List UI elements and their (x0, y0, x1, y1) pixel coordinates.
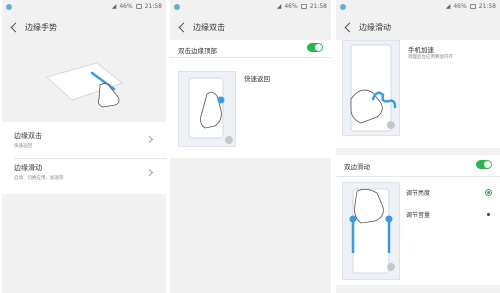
play-icon[interactable] (387, 263, 395, 271)
back-arrow-icon[interactable] (10, 22, 21, 33)
battery-percent: 46% (453, 3, 467, 10)
radio-unselected-icon[interactable] (487, 213, 490, 216)
dual-edge-toggle[interactable] (476, 160, 492, 169)
divider (336, 176, 500, 177)
battery-percent: 46% (284, 3, 298, 10)
toggle-label: 双击边缘顶部 (178, 47, 217, 55)
edge-gesture-illustration (46, 62, 123, 108)
page-title: 边缘双击 (193, 23, 225, 32)
option-label: 调节亮度 (406, 190, 431, 197)
play-icon[interactable] (387, 121, 395, 129)
list-item-edge-slide[interactable]: 边缘滑动 启动、切换应用、加速等 (2, 158, 166, 194)
list-item-label: 边缘双击 (14, 132, 42, 140)
double-tap-toggle[interactable] (307, 43, 323, 52)
feature-title: 手机加速 (408, 46, 434, 54)
notification-icon (174, 4, 180, 10)
phone-screen-edge-double-tap: ◢ 46% 21:58 边缘双击 双击边缘顶部 快速返回 (170, 0, 331, 293)
list-item-edge-double-tap[interactable]: 边缘双击 快速返回 (2, 122, 166, 158)
battery-icon (135, 4, 142, 9)
feature-label: 快速返回 (244, 75, 270, 83)
back-arrow-icon[interactable] (178, 22, 189, 33)
option-volume[interactable]: 调节音量 (406, 207, 500, 223)
title-bar: 边缘滑动 (336, 15, 500, 40)
status-bar: ◢ 46% 21:58 (2, 0, 166, 15)
play-icon[interactable] (225, 136, 233, 144)
page-title: 边缘手势 (25, 23, 57, 32)
phone-screen-edge-slide: ◢ 46% 21:58 边缘滑动 手机加速 调理后台应用释放内存 双边滑动 调节… (336, 0, 500, 293)
dual-slide-animation[interactable] (342, 182, 400, 280)
status-bar: ◢ 46% 21:58 (336, 0, 500, 15)
title-bar: 边缘手势 (2, 15, 166, 40)
settings-card: 双边滑动 调节亮度 调节音量 (336, 155, 500, 285)
notification-icon (340, 4, 346, 10)
feature-card: 手机加速 调理后台应用释放内存 (336, 40, 500, 148)
clock: 21:58 (309, 3, 327, 10)
battery-icon (300, 4, 307, 9)
option-brightness[interactable]: 调节亮度 (406, 185, 500, 201)
toggle-label: 双边滑动 (344, 163, 370, 171)
signal-icon: ◢ (276, 3, 282, 10)
battery-icon (469, 4, 476, 9)
chevron-right-icon (145, 135, 154, 144)
signal-icon: ◢ (111, 3, 117, 10)
signal-icon: ◢ (445, 3, 451, 10)
back-arrow-icon[interactable] (344, 22, 355, 33)
double-tap-animation[interactable] (178, 71, 236, 147)
settings-list: 边缘双击 快速返回 边缘滑动 启动、切换应用、加速等 (2, 122, 166, 194)
divider (170, 57, 331, 58)
list-item-subtitle: 快速返回 (14, 144, 32, 149)
title-bar: 边缘双击 (170, 15, 331, 40)
status-bar: ◢ 46% 21:58 (170, 0, 331, 15)
list-item-label: 边缘滑动 (14, 164, 42, 172)
settings-card: 双击边缘顶部 快速返回 (170, 40, 331, 158)
feature-subtitle: 调理后台应用释放内存 (408, 55, 453, 60)
page-title: 边缘滑动 (359, 23, 391, 32)
list-item-subtitle: 启动、切换应用、加速等 (14, 176, 64, 181)
radio-selected-icon[interactable] (485, 189, 492, 196)
clock: 21:58 (144, 3, 162, 10)
phone-screen-edge-gestures: ◢ 46% 21:58 边缘手势 边缘双击 快速返回 边缘滑动 启动、切换应用、… (2, 0, 166, 293)
battery-percent: 46% (119, 3, 133, 10)
clock: 21:58 (478, 3, 496, 10)
option-label: 调节音量 (406, 212, 431, 219)
notification-icon (6, 4, 12, 10)
hand-tap-illustration (188, 77, 225, 139)
speedup-animation[interactable] (342, 40, 400, 136)
chevron-right-icon (145, 168, 154, 177)
